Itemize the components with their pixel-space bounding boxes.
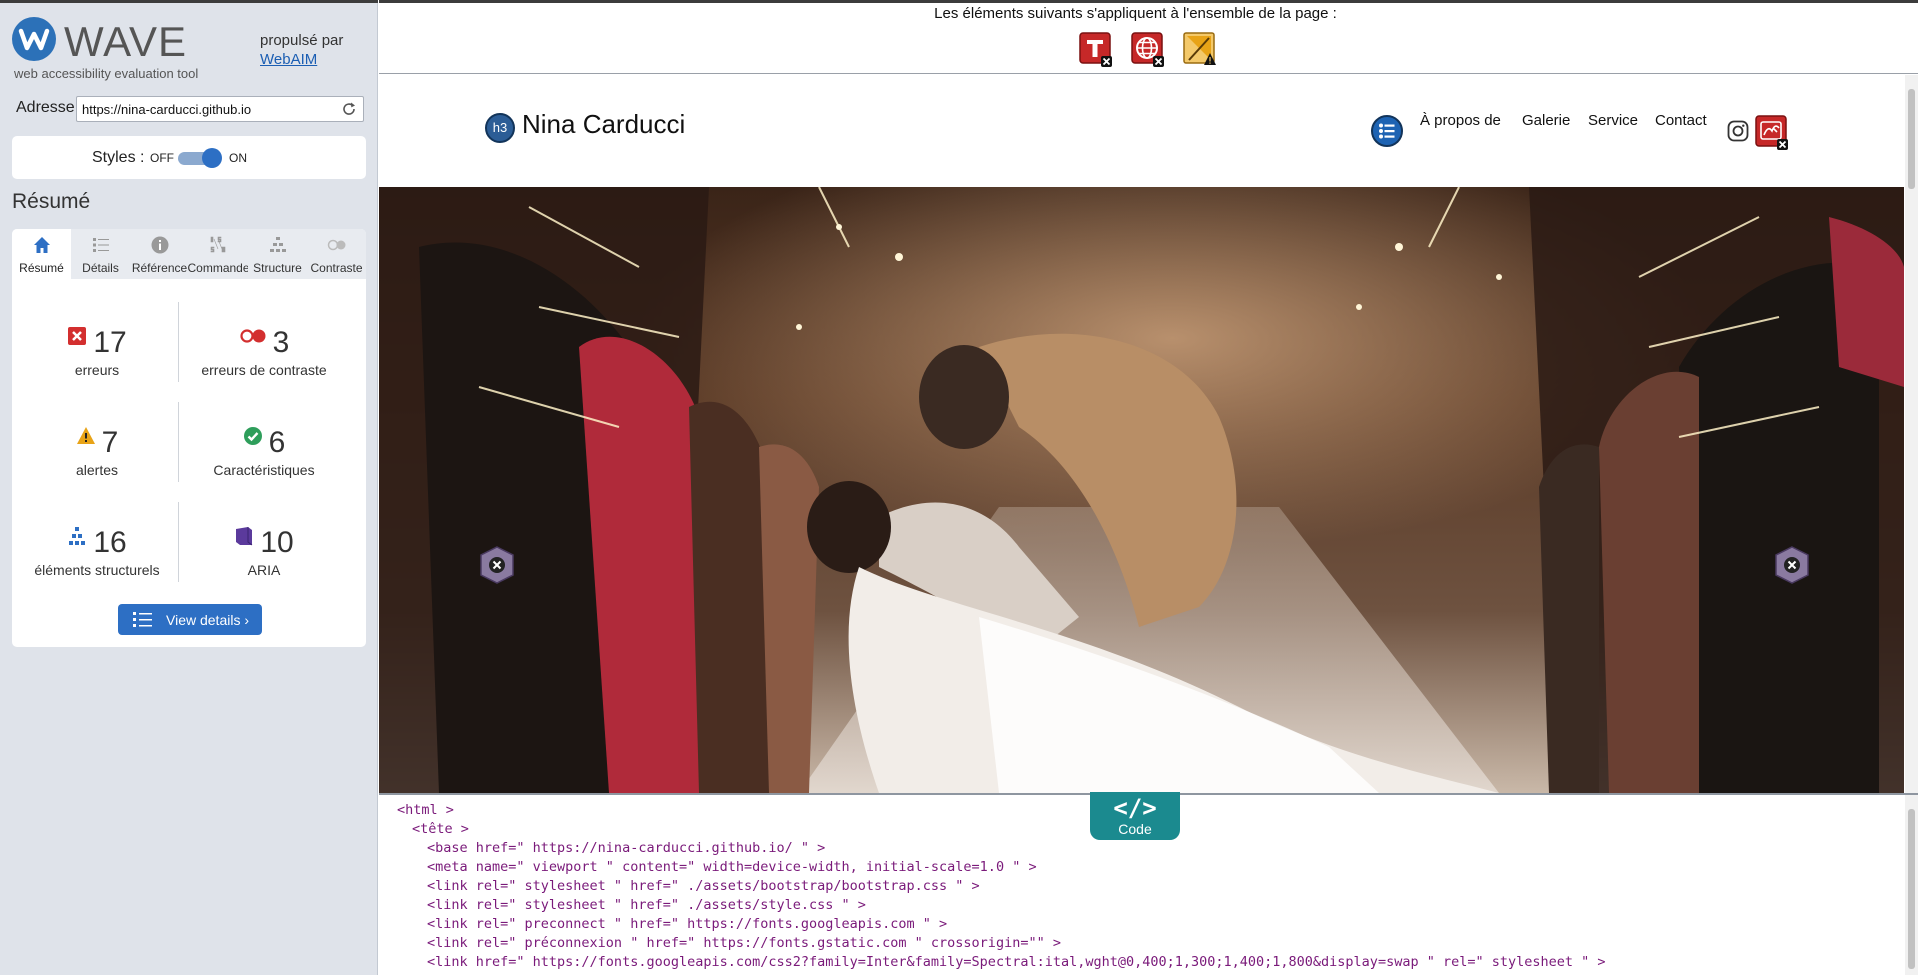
scrollbar-thumb[interactable] [1908, 89, 1915, 189]
tab-resume[interactable]: Résumé [12, 229, 71, 279]
code-line: <link rel=" stylesheet " href=" ./assets… [427, 878, 980, 894]
brand-name: WAVE [64, 18, 188, 65]
page-scrollbar[interactable] [1905, 75, 1918, 793]
alert-icon[interactable] [1183, 32, 1217, 68]
carousel-error-marker-icon[interactable] [479, 545, 515, 585]
panel-tabs: Résumé Détails Référence Commande Struct… [12, 229, 366, 279]
aria-icon [236, 527, 253, 546]
nav-about[interactable]: À propos de [1420, 112, 1501, 129]
stat-caption: erreurs [74, 362, 120, 378]
code-line: <base href=" https://nina-carducci.githu… [427, 840, 826, 856]
list-icon [92, 238, 109, 252]
tab-reference[interactable]: Référence [130, 229, 189, 279]
stat-caption: éléments structurels [34, 562, 160, 578]
brand-tagline: web accessibility evaluation tool [14, 66, 199, 81]
address-input[interactable] [77, 97, 327, 121]
wave-sidebar: WAVE web accessibility evaluation tool p… [0, 0, 378, 975]
nav-service[interactable]: Service [1588, 112, 1638, 129]
stat-count: 6 [268, 426, 286, 459]
code-line: <link rel=" stylesheet " href=" ./assets… [427, 897, 866, 913]
feature-icon [243, 427, 262, 445]
tab-label: Commande [187, 261, 250, 275]
code-line: <link rel=" préconnexion " href=" https:… [427, 935, 1061, 951]
tab-label: Contraste [310, 261, 363, 275]
styles-toggle[interactable] [178, 148, 222, 168]
tab-order[interactable]: Commande [187, 229, 250, 279]
stat-count: 16 [93, 526, 127, 559]
page-level-icons [1079, 32, 1239, 68]
top-border [379, 0, 1918, 3]
nav-gallery[interactable]: Galerie [1522, 112, 1570, 129]
wave-logo-icon [12, 17, 56, 61]
summary-title: Résumé [12, 190, 91, 213]
reload-icon[interactable] [340, 100, 358, 118]
source-code: <html > <tête > <base href=" https://nina-… [397, 801, 1606, 972]
styles-off-label: OFF [150, 151, 174, 165]
code-scrollbar[interactable] [1905, 795, 1918, 975]
address-label: Adresse: [16, 99, 80, 116]
stat-count: 3 [272, 326, 290, 359]
list-icon [133, 612, 152, 627]
view-details-label: View details › [166, 612, 250, 628]
linked-image-missing-alt-icon[interactable] [1755, 115, 1789, 151]
stat-caption: alertes [75, 462, 119, 478]
stat-count: 7 [101, 426, 119, 459]
missing-title-icon[interactable] [1079, 32, 1113, 68]
error-icon [68, 327, 87, 345]
toolbar-divider [379, 73, 1918, 74]
styles-label: Styles : [92, 149, 145, 166]
stat-count: 10 [260, 526, 294, 559]
webaim-link[interactable]: WebAIM [260, 51, 317, 68]
tab-label: Détails [82, 261, 119, 275]
structure-icon [69, 527, 86, 545]
tab-details[interactable]: Détails [71, 229, 130, 279]
stat-caption: Caractéristiques [213, 462, 315, 478]
language-missing-icon[interactable] [1131, 32, 1165, 68]
navigation-list-icon[interactable] [1371, 115, 1403, 147]
styles-toggle-card: Styles : OFF ON [12, 136, 366, 179]
info-icon [151, 236, 168, 254]
code-line: <tête > [412, 821, 469, 837]
toggle-knob [202, 148, 222, 168]
powered-by-text: propulsé par [260, 32, 344, 49]
code-line: <link href=" https://fonts.googleapis.co… [427, 954, 1606, 970]
instagram-icon[interactable] [1727, 120, 1749, 142]
evaluated-page-frame: h3 Nina Carducci À propos de Galerie Ser… [379, 75, 1904, 793]
structure-icon [269, 237, 286, 252]
stat-count: 17 [93, 326, 127, 359]
top-border [0, 0, 378, 3]
contrast-icon [327, 239, 345, 251]
main-panel: Les éléments suivants s'appliquent à l'e… [379, 0, 1918, 975]
tab-label: Référence [131, 261, 188, 275]
code-line: <meta name=" viewport " content=" width=… [427, 859, 1037, 875]
tab-contrast[interactable]: Contraste [307, 229, 366, 279]
site-header: h3 Nina Carducci À propos de Galerie Ser… [379, 75, 1904, 187]
wedding-photo [379, 187, 1904, 793]
alert-icon [76, 427, 95, 444]
home-icon [33, 237, 50, 253]
site-title: Nina Carducci [522, 109, 686, 139]
tab-label: Structure [253, 261, 302, 275]
summary-card: Résumé Détails Référence Commande Struct… [12, 229, 366, 647]
view-details-button[interactable]: View details › [118, 604, 262, 635]
hero-image [379, 187, 1904, 793]
order-icon [210, 236, 225, 253]
address-field [76, 96, 364, 122]
nav-contact[interactable]: Contact [1655, 112, 1707, 129]
carousel-error-marker-icon[interactable] [1774, 545, 1810, 585]
page-level-message: Les éléments suivants s'appliquent à l'e… [934, 5, 1337, 22]
heading-level-badge[interactable]: h3 [485, 113, 515, 143]
code-panel: </> Code <html > <tête > <base href=" http… [379, 792, 1918, 975]
stat-caption: ARIA [247, 562, 281, 578]
styles-on-label: ON [229, 151, 247, 165]
tab-label: Résumé [19, 261, 64, 275]
scrollbar-thumb[interactable] [1908, 809, 1915, 969]
stat-caption: erreurs de contraste [201, 362, 327, 378]
tab-structure[interactable]: Structure [248, 229, 307, 279]
contrast-error-icon [240, 329, 266, 343]
code-line: <link rel=" preconnect " href=" https://… [427, 916, 948, 932]
code-line: <html > [397, 802, 454, 818]
